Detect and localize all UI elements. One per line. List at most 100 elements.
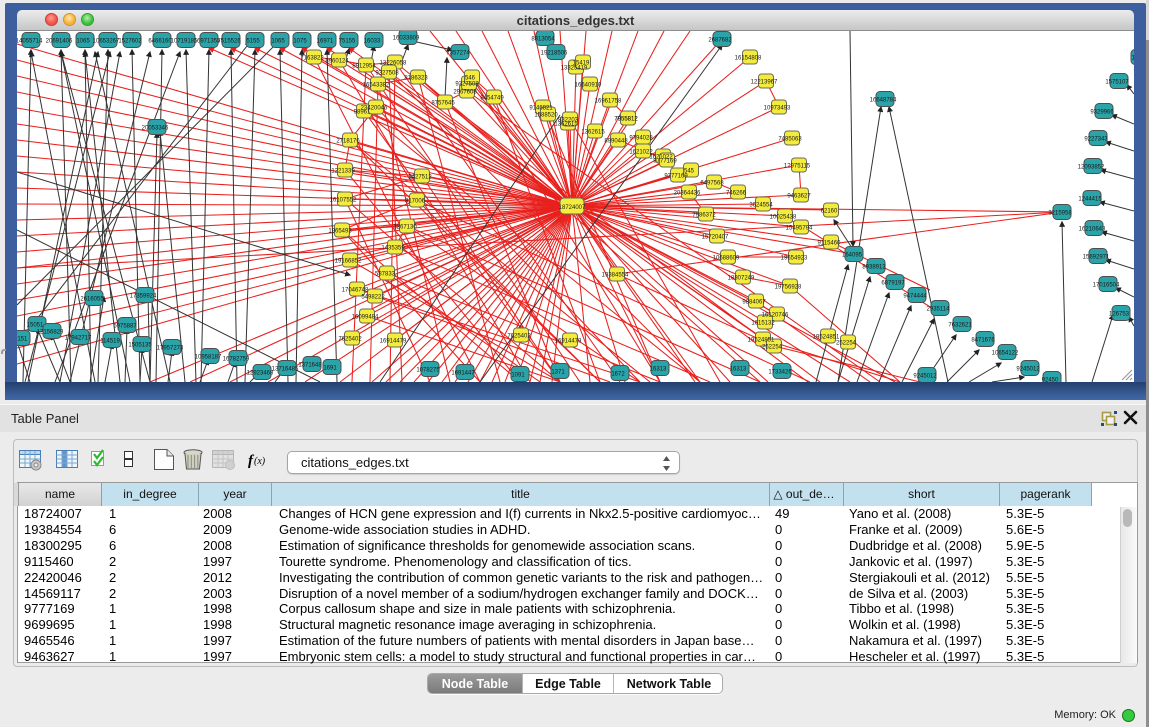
svg-text:20364436: 20364436 <box>674 191 701 197</box>
svg-text:8454749: 8454749 <box>480 96 504 102</box>
svg-text:19218506: 19218506 <box>541 51 568 57</box>
svg-text:16120746: 16120746 <box>762 313 789 319</box>
svg-text:1621022: 1621022 <box>629 150 653 156</box>
svg-text:15051: 15051 <box>27 323 44 329</box>
svg-text:1244415: 1244415 <box>1078 197 1102 203</box>
svg-text:15720407: 15720407 <box>702 235 729 241</box>
svg-text:16543382: 16543382 <box>363 83 390 89</box>
svg-text:1435359: 1435359 <box>381 246 405 252</box>
svg-text:1121: 1121 <box>1132 56 1134 62</box>
svg-text:23420046: 23420046 <box>361 106 388 112</box>
svg-text:9794028: 9794028 <box>629 136 653 142</box>
svg-text:8912954: 8912954 <box>352 64 376 70</box>
svg-text:2718176: 2718176 <box>336 139 360 145</box>
svg-text:1588520: 1588520 <box>534 113 558 119</box>
svg-text:1065: 1065 <box>76 39 90 45</box>
svg-text:8938913: 8938913 <box>862 265 886 271</box>
svg-text:16971: 16971 <box>317 39 334 45</box>
svg-text:2935114: 2935114 <box>927 307 951 313</box>
svg-text:1965493: 1965493 <box>328 229 352 235</box>
svg-text:8186323: 8186323 <box>404 76 428 82</box>
svg-text:17016504: 17016504 <box>1093 283 1120 289</box>
svg-text:1065: 1065 <box>271 39 285 45</box>
svg-text:17957273: 17957273 <box>157 346 184 352</box>
svg-text:8757645: 8757645 <box>431 101 455 107</box>
svg-text:19384554: 19384554 <box>602 273 629 279</box>
svg-text:12093852: 12093852 <box>1078 165 1105 171</box>
svg-text:817006: 817006 <box>405 199 426 205</box>
svg-text:12156829: 12156829 <box>37 330 64 336</box>
svg-text:19756928: 19756928 <box>775 285 802 291</box>
svg-text:545: 545 <box>684 169 695 175</box>
svg-text:7625402: 7625402 <box>507 334 531 340</box>
svg-text:16099484: 16099484 <box>352 315 379 321</box>
svg-text:16313: 16313 <box>730 367 747 373</box>
svg-text:10653267: 10653267 <box>93 39 120 45</box>
svg-text:5155: 5155 <box>246 39 260 45</box>
svg-text:2616055: 2616055 <box>80 297 104 303</box>
svg-text:1527602: 1527602 <box>118 39 142 45</box>
svg-text:1733426: 1733426 <box>768 370 792 376</box>
svg-text:6466160: 6466160 <box>148 39 172 45</box>
svg-text:252254: 252254 <box>836 341 857 347</box>
svg-text:16210643: 16210643 <box>1079 227 1106 233</box>
svg-text:16033: 16033 <box>364 39 381 45</box>
svg-text:1505135: 1505135 <box>128 343 152 349</box>
svg-text:546: 546 <box>465 76 476 82</box>
svg-text:17359924: 17359924 <box>130 294 157 300</box>
svg-text:39151: 39151 <box>17 337 28 343</box>
svg-text:7632621: 7632621 <box>948 323 972 329</box>
svg-text:9327508: 9327508 <box>375 71 399 77</box>
svg-text:9329966: 9329966 <box>1090 110 1114 116</box>
svg-text:1371648: 1371648 <box>298 363 322 369</box>
svg-text:9245012: 9245012 <box>913 374 937 380</box>
svg-text:5975887: 5975887 <box>113 324 137 330</box>
svg-text:8813054: 8813054 <box>531 37 555 43</box>
svg-text:16640910: 16640910 <box>575 83 602 89</box>
svg-text:(x): (x) <box>254 456 266 467</box>
svg-text:1078275: 1078275 <box>416 368 440 374</box>
svg-text:62160: 62160 <box>821 209 838 215</box>
svg-text:75155: 75155 <box>339 39 356 45</box>
svg-text:15419: 15419 <box>573 61 590 67</box>
svg-text:19524851: 19524851 <box>748 338 775 344</box>
svg-text:746266: 746266 <box>726 191 747 197</box>
svg-text:12975115: 12975115 <box>784 164 811 170</box>
svg-text:7625402: 7625402 <box>338 337 362 343</box>
svg-text:1221339: 1221339 <box>331 169 355 175</box>
svg-text:1575107: 1575107 <box>1105 80 1129 86</box>
svg-text:17942717: 17942717 <box>65 336 92 342</box>
svg-text:18807249: 18807249 <box>728 276 755 282</box>
svg-text:12213967: 12213967 <box>751 80 778 86</box>
svg-text:1691447: 1691447 <box>451 371 475 377</box>
svg-text:9463627: 9463627 <box>787 194 811 200</box>
svg-text:9327508: 9327508 <box>455 82 479 88</box>
svg-text:16033809: 16033809 <box>393 36 420 42</box>
svg-text:9777169: 9777169 <box>653 159 677 165</box>
svg-text:10654122: 10654122 <box>992 351 1019 357</box>
svg-text:1362615: 1362615 <box>581 130 605 136</box>
svg-text:13226058: 13226058 <box>380 61 407 67</box>
svg-text:8960124: 8960124 <box>325 59 349 65</box>
svg-text:10025438: 10025438 <box>770 215 797 221</box>
svg-text:15692971: 15692971 <box>1083 255 1110 261</box>
svg-text:252254: 252254 <box>762 345 783 351</box>
svg-text:15495794: 15495794 <box>786 226 813 232</box>
svg-text:2967608: 2967608 <box>453 90 477 96</box>
svg-text:14055714: 14055714 <box>17 39 43 45</box>
svg-text:19654923: 19654923 <box>781 256 808 262</box>
svg-text:92450: 92450 <box>1042 378 1059 383</box>
svg-text:8471676: 8471676 <box>971 338 995 344</box>
svg-text:9146821: 9146821 <box>529 106 553 112</box>
svg-text:1371: 1371 <box>551 370 565 376</box>
svg-text:7515526: 7515526 <box>217 39 241 45</box>
svg-text:587833: 587833 <box>375 272 396 278</box>
svg-text:17046748: 17046748 <box>342 288 369 294</box>
svg-text:8427512: 8427512 <box>408 175 432 181</box>
svg-text:9115460: 9115460 <box>818 241 842 247</box>
svg-text:10958187: 10958187 <box>195 355 222 361</box>
svg-text:6879197: 6879197 <box>881 281 905 287</box>
svg-text:19166852: 19166852 <box>335 259 362 265</box>
svg-text:9884067: 9884067 <box>742 300 766 306</box>
svg-text:832203: 832203 <box>558 118 579 124</box>
